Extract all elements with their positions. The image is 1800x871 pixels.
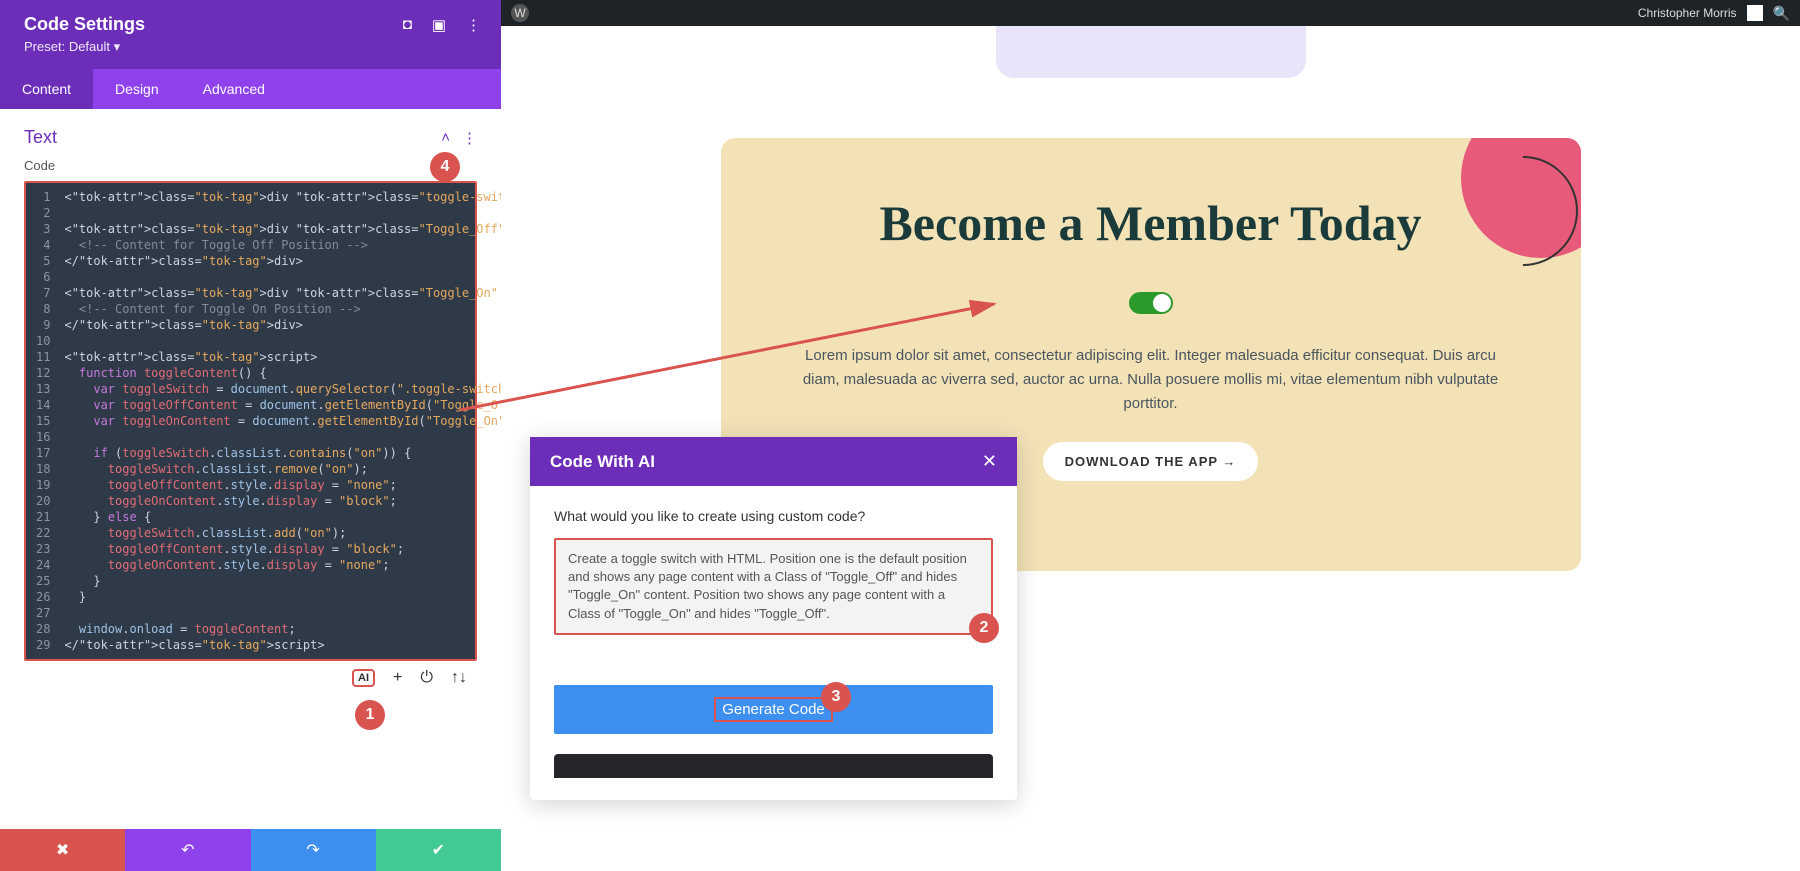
cancel-button[interactable]: ✖ <box>0 829 125 871</box>
toggle-switch[interactable] <box>1129 292 1173 314</box>
chevron-down-icon: ▾ <box>114 39 121 54</box>
panel-body: Text ˄ ⋮ Code 12345678910111213141516171… <box>0 109 501 829</box>
line-gutter: 1234567891011121314151617181920212223242… <box>26 183 56 659</box>
section-title: Text <box>24 127 57 148</box>
top-accent <box>996 26 1306 78</box>
redo-button[interactable]: ↷ <box>251 829 376 871</box>
code-content[interactable]: <"tok-attr">class="tok-tag">div "tok-att… <box>56 183 501 659</box>
collapse-icon[interactable]: ˄ <box>441 129 450 146</box>
code-editor[interactable]: 1234567891011121314151617181920212223242… <box>24 181 477 661</box>
settings-panel: Code Settings ◘ ▣ ⋮ Preset: Default ▾ Co… <box>0 0 501 871</box>
ai-question-label: What would you like to create using cust… <box>554 508 993 524</box>
tab-advanced[interactable]: Advanced <box>181 69 287 109</box>
panel-header: Code Settings ◘ ▣ ⋮ Preset: Default ▾ <box>0 0 501 69</box>
ai-modal: Code With AI ✕ What would you like to cr… <box>530 437 1017 800</box>
preset-value: Default <box>69 39 110 54</box>
power-icon[interactable]: ⏻ <box>420 669 433 687</box>
generate-code-label: Generate Code <box>714 697 833 722</box>
ai-modal-title: Code With AI <box>550 452 655 472</box>
ai-button[interactable]: AI <box>352 669 375 687</box>
ai-modal-header: Code With AI ✕ <box>530 437 1017 486</box>
download-app-button[interactable]: DOWNLOAD THE APP → <box>1043 442 1259 481</box>
toggle-knob <box>1153 294 1171 312</box>
annotation-badge-1: 1 <box>355 700 385 730</box>
close-icon[interactable]: ✕ <box>982 451 997 472</box>
tab-content[interactable]: Content <box>0 69 93 109</box>
code-field-label: Code <box>24 158 477 173</box>
tab-design[interactable]: Design <box>93 69 181 109</box>
panel-title: Code Settings <box>24 14 145 35</box>
help-icon[interactable]: ◘ <box>403 16 412 33</box>
ai-prompt-input[interactable]: Create a toggle switch with HTML. Positi… <box>554 538 993 635</box>
annotation-badge-2: 2 <box>969 613 999 643</box>
more-icon[interactable]: ⋮ <box>466 16 481 34</box>
sort-icon[interactable]: ↑↓ <box>451 669 467 687</box>
add-icon[interactable]: + <box>393 669 402 687</box>
preset-row[interactable]: Preset: Default ▾ <box>24 39 481 55</box>
wp-admin-bar: W Christopher Morris 🔍 <box>501 0 1800 26</box>
section-more-icon[interactable]: ⋮ <box>462 129 477 147</box>
undo-button[interactable]: ↶ <box>125 829 250 871</box>
wordpress-logo-icon[interactable]: W <box>511 4 529 22</box>
result-preview-strip <box>554 754 993 778</box>
hero-paragraph: Lorem ipsum dolor sit amet, consectetur … <box>761 344 1541 416</box>
admin-username[interactable]: Christopher Morris <box>1638 6 1737 20</box>
avatar[interactable] <box>1747 5 1763 21</box>
confirm-button[interactable]: ✔ <box>376 829 501 871</box>
preset-label: Preset: <box>24 39 65 54</box>
panel-tabs: Content Design Advanced <box>0 69 501 109</box>
hero-title: Become a Member Today <box>761 194 1541 252</box>
footer-bar: ✖ ↶ ↷ ✔ <box>0 829 501 871</box>
search-icon[interactable]: 🔍 <box>1773 5 1790 22</box>
annotation-badge-3: 3 <box>821 682 851 712</box>
expand-icon[interactable]: ▣ <box>432 16 446 34</box>
generate-code-button[interactable]: Generate Code <box>554 685 993 734</box>
code-toolbar: AI + ⏻ ↑↓ <box>24 661 477 695</box>
annotation-badge-4: 4 <box>430 152 460 182</box>
